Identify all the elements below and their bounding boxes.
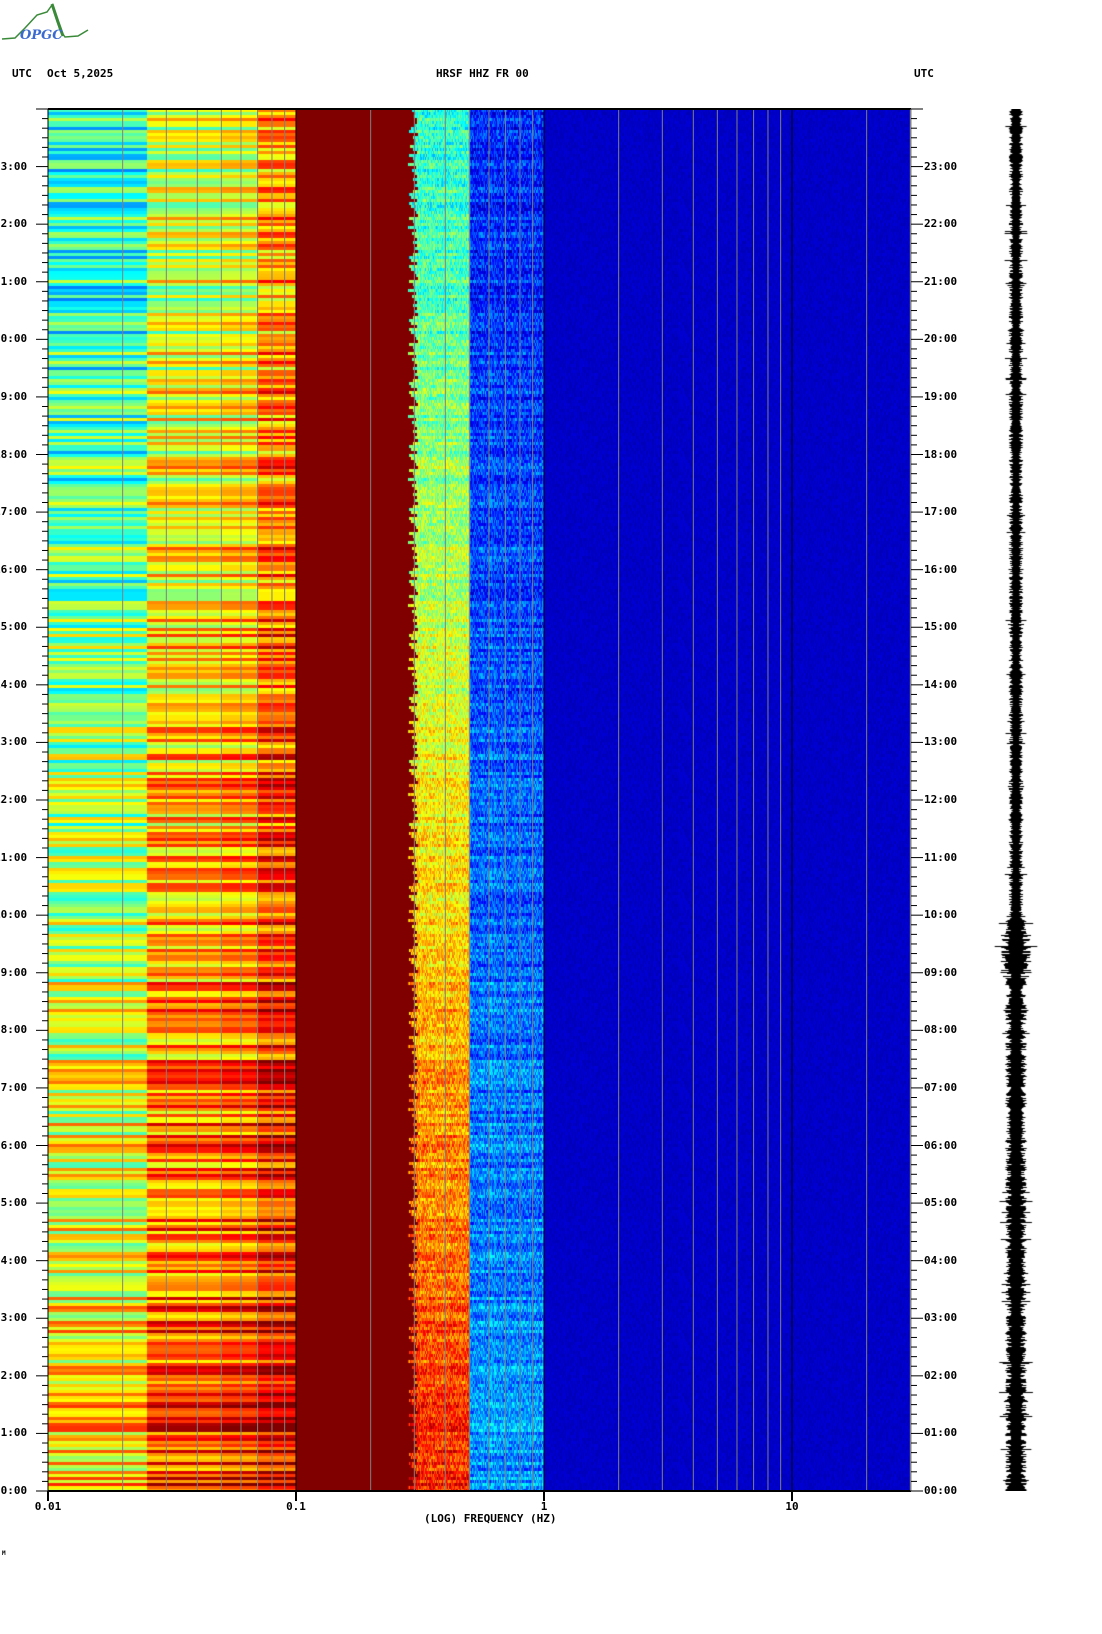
y-tick-label-right: 03:00: [924, 1311, 958, 1325]
y-tick-label-right: 11:00: [924, 850, 958, 864]
y-tick-label-right: 02:00: [924, 1368, 958, 1382]
y-tick-label-left: 18:00: [0, 447, 28, 461]
y-tick-label-right: 19:00: [924, 389, 958, 403]
y-tick-label-left: 00:00: [0, 1484, 28, 1497]
y-tick-label-left: 22:00: [0, 217, 28, 231]
footer-mark: M: [2, 1550, 6, 1557]
y-tick-label-right: 16:00: [924, 562, 958, 576]
x-tick-label: 0.01: [34, 1500, 62, 1513]
y-tick-label-left: 23:00: [0, 159, 28, 173]
y-tick-label-right: 10:00: [924, 908, 958, 922]
x-axis-title: (LOG) FREQUENCY (HZ): [424, 1512, 557, 1525]
y-tick-label-right: 13:00: [924, 735, 958, 749]
y-tick-label-right: 17:00: [924, 505, 958, 519]
y-tick-label-left: 11:00: [0, 850, 28, 864]
y-tick-label-right: 07:00: [924, 1080, 958, 1094]
y-tick-label-left: 15:00: [0, 620, 28, 634]
y-tick-label-right: 14:00: [924, 677, 958, 691]
y-tick-label-left: 08:00: [0, 1023, 28, 1037]
y-tick-label-left: 12:00: [0, 793, 28, 806]
y-tick-label-left: 17:00: [0, 505, 28, 519]
y-tick-label-right: 05:00: [924, 1196, 958, 1210]
y-tick-label-left: 03:00: [0, 1311, 28, 1325]
y-tick-label-right: 22:00: [924, 217, 958, 231]
y-tick-label-left: 01:00: [0, 1426, 28, 1440]
chart-axes: [36, 108, 923, 1501]
x-tick-label: 0.1: [286, 1500, 306, 1513]
y-tick-label-left: 19:00: [0, 389, 28, 403]
seismogram-trace: [990, 109, 1050, 1491]
y-tick-label-left: 07:00: [0, 1080, 28, 1094]
y-tick-label-left: 20:00: [0, 332, 28, 346]
y-tick-label-right: 20:00: [924, 332, 958, 346]
y-tick-label-right: 23:00: [924, 159, 958, 173]
y-tick-label-right: 04:00: [924, 1253, 958, 1267]
y-tick-label-left: 10:00: [0, 908, 28, 922]
y-tick-label-left: 14:00: [0, 677, 28, 691]
y-tick-label-right: 08:00: [924, 1023, 958, 1037]
y-tick-label-right: 18:00: [924, 447, 958, 461]
y-tick-label-right: 00:00: [924, 1484, 958, 1497]
y-tick-label-right: 09:00: [924, 965, 958, 979]
y-tick-label-left: 04:00: [0, 1253, 28, 1267]
y-tick-label-left: 16:00: [0, 562, 28, 576]
y-tick-label-left: 21:00: [0, 274, 28, 288]
y-tick-label-left: 05:00: [0, 1196, 28, 1210]
y-tick-label-left: 02:00: [0, 1368, 28, 1382]
y-tick-label-right: 01:00: [924, 1426, 958, 1440]
y-tick-label-right: 06:00: [924, 1138, 958, 1152]
y-tick-label-right: 21:00: [924, 274, 958, 288]
y-tick-label-right: 12:00: [924, 793, 958, 806]
y-tick-label-right: 15:00: [924, 620, 958, 634]
y-tick-label-left: 06:00: [0, 1138, 28, 1152]
x-tick-label: 10: [785, 1500, 799, 1513]
y-tick-label-left: 09:00: [0, 965, 28, 979]
y-tick-label-left: 13:00: [0, 735, 28, 749]
